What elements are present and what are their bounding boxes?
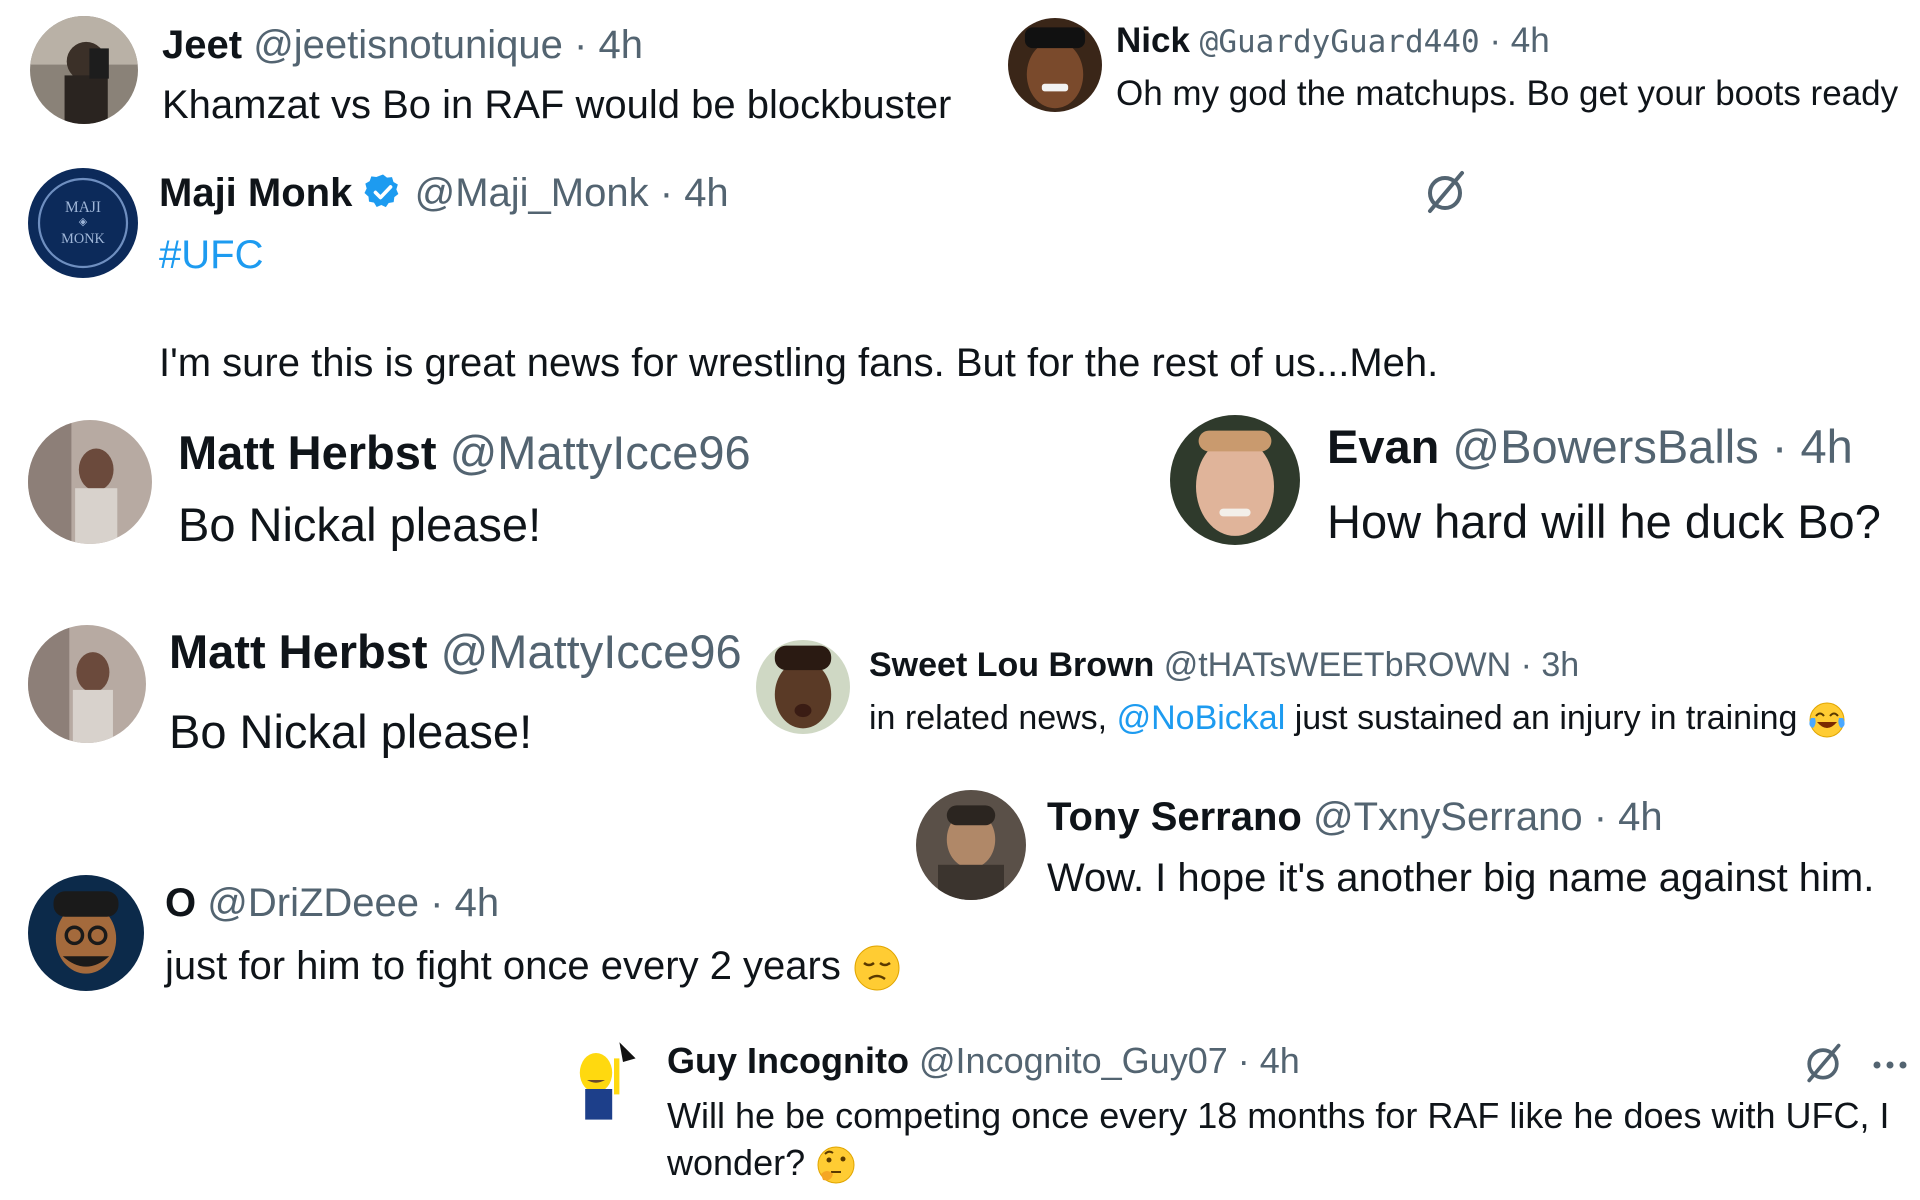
author-name[interactable]: Matt Herbst: [169, 625, 428, 678]
author-handle[interactable]: @MattyIcce96: [441, 625, 742, 678]
hashtag-ufc[interactable]: #UFC: [159, 232, 263, 278]
tweet-text: Bo Nickal please!: [169, 705, 533, 758]
matt-herbst-avatar[interactable]: [28, 625, 146, 743]
tweet-maji-monk[interactable]: MAJI ◈ MONK Maji Monk @Maji_Monk · 4h #U…: [0, 155, 1500, 395]
svg-text:◈: ◈: [79, 216, 88, 228]
tweet-text: just for him to fight once every 2 years: [165, 943, 902, 993]
jeet-avatar[interactable]: [30, 16, 138, 124]
timestamp[interactable]: 4h: [455, 881, 500, 925]
tweet-o[interactable]: O @DriZDeee · 4h just for him to fight o…: [0, 865, 1000, 1015]
timestamp[interactable]: 4h: [1260, 1040, 1300, 1081]
sweet-lou-brown-avatar[interactable]: [756, 640, 850, 734]
author-name[interactable]: Guy Incognito: [667, 1040, 909, 1081]
tweet-text-content: just for him to fight once every 2 years: [165, 944, 841, 988]
separator: ·: [574, 23, 588, 67]
tweet-header: Jeet @jeetisnotunique · 4h: [162, 22, 643, 68]
tweet-text-line-2: wonder?: [667, 1142, 857, 1186]
author-name[interactable]: Sweet Lou Brown: [869, 646, 1154, 684]
tweet-header: Evan @BowersBalls · 4h: [1327, 420, 1853, 474]
tweet-evan[interactable]: Evan @BowersBalls · 4h How hard will he …: [1160, 405, 1920, 565]
author-name[interactable]: Evan: [1327, 420, 1439, 473]
author-handle[interactable]: @TxnySerrano: [1313, 795, 1583, 839]
separator: ·: [1520, 646, 1532, 684]
author-handle[interactable]: @Maji_Monk: [415, 171, 649, 215]
tweet-matt-herbst-2[interactable]: Matt Herbst @MattyIcce96 Bo Nickal pleas…: [0, 615, 750, 765]
author-handle[interactable]: @tHATsWEETbROWN: [1164, 646, 1511, 684]
tweet-header: Matt Herbst @MattyIcce96: [178, 426, 751, 480]
guy-incognito-avatar[interactable]: [560, 1035, 650, 1125]
tweet-nick[interactable]: Nick @GuardyGuard440 · 4h Oh my god the …: [1000, 0, 1920, 120]
tweet-jeet[interactable]: Jeet @jeetisnotunique · 4h Khamzat vs Bo…: [0, 0, 990, 127]
separator: ·: [430, 881, 444, 925]
tweet-text-line-1: Will he be competing once every 18 month…: [667, 1095, 1890, 1136]
tweet-header: Maji Monk @Maji_Monk · 4h: [159, 170, 729, 216]
matt-herbst-avatar[interactable]: [28, 420, 152, 544]
author-name[interactable]: Maji Monk: [159, 171, 352, 215]
tweet-guy-incognito[interactable]: Guy Incognito @Incognito_Guy07 · 4h Will…: [555, 1030, 1920, 1200]
timestamp[interactable]: 4h: [598, 23, 643, 67]
svg-text:MAJI: MAJI: [65, 199, 101, 216]
tweet-header: O @DriZDeee · 4h: [165, 880, 499, 926]
timestamp[interactable]: 4h: [1801, 420, 1853, 473]
nick-avatar[interactable]: [1008, 18, 1102, 112]
tweet-header: Tony Serrano @TxnySerrano · 4h: [1047, 794, 1663, 840]
author-handle[interactable]: @DriZDeee: [207, 881, 419, 925]
tweet-text: Oh my god the matchups. Bo get your boot…: [1116, 74, 1899, 113]
separator: ·: [1237, 1040, 1250, 1081]
timestamp[interactable]: 3h: [1541, 646, 1579, 684]
timestamp[interactable]: 4h: [1511, 21, 1550, 60]
mention-link[interactable]: @NoBickal: [1117, 699, 1286, 737]
tweet-text: How hard will he duck Bo?: [1327, 495, 1881, 548]
author-handle[interactable]: @jeetisnotunique: [253, 23, 563, 67]
author-name[interactable]: O: [165, 881, 196, 925]
tweet-text-after: just sustained an injury in training: [1285, 699, 1798, 737]
disappointed-face-emoji-icon: [852, 943, 902, 993]
grok-icon[interactable]: [1800, 1040, 1846, 1086]
author-handle[interactable]: @BowersBalls: [1452, 420, 1758, 473]
grok-icon[interactable]: [1420, 167, 1470, 217]
verified-badge-icon: [363, 172, 403, 212]
tweet-header: Matt Herbst @MattyIcce96: [169, 625, 742, 679]
tweet-header: Nick @GuardyGuard440 · 4h: [1116, 20, 1550, 63]
maji-monk-avatar[interactable]: MAJI ◈ MONK: [28, 168, 138, 278]
tweet-text: I'm sure this is great news for wrestlin…: [159, 341, 1439, 385]
author-name[interactable]: Matt Herbst: [178, 426, 437, 479]
more-options-icon[interactable]: [1870, 1050, 1910, 1080]
tweet-text-before: in related news,: [869, 699, 1117, 737]
author-name[interactable]: Tony Serrano: [1047, 795, 1302, 839]
tweet-header: Guy Incognito @Incognito_Guy07 · 4h: [667, 1040, 1300, 1082]
separator: ·: [1489, 21, 1502, 60]
tweet-text: Wow. I hope it's another big name agains…: [1047, 856, 1875, 900]
timestamp[interactable]: 4h: [684, 171, 729, 215]
separator: ·: [1593, 795, 1608, 839]
o-avatar[interactable]: [28, 875, 144, 991]
tears-of-joy-emoji-icon: [1807, 700, 1847, 740]
timestamp[interactable]: 4h: [1618, 795, 1663, 839]
tweet-matt-herbst-1[interactable]: Matt Herbst @MattyIcce96 Bo Nickal pleas…: [0, 410, 1100, 560]
tweet-text: Bo Nickal please!: [178, 498, 542, 551]
evan-avatar[interactable]: [1170, 415, 1300, 545]
svg-text:MONK: MONK: [61, 231, 105, 247]
separator: ·: [1771, 420, 1788, 473]
tweet-header: Sweet Lou Brown @tHATsWEETbROWN · 3h: [869, 644, 1579, 686]
author-name[interactable]: Nick: [1116, 21, 1190, 60]
tweet-tony-serrano[interactable]: Tony Serrano @TxnySerrano · 4h Wow. I ho…: [910, 780, 1920, 910]
tweet-text-line-2-content: wonder?: [667, 1142, 806, 1183]
author-handle[interactable]: @MattyIcce96: [450, 426, 751, 479]
author-handle[interactable]: @GuardyGuard440: [1200, 24, 1480, 60]
thinking-face-emoji-icon: [815, 1144, 857, 1186]
tweet-text: in related news, @NoBickal just sustaine…: [869, 697, 1847, 740]
author-handle[interactable]: @Incognito_Guy07: [919, 1040, 1228, 1081]
tweet-sweet-lou-brown[interactable]: Sweet Lou Brown @tHATsWEETbROWN · 3h in …: [755, 630, 1920, 750]
tweet-text: Khamzat vs Bo in RAF would be blockbuste…: [162, 83, 952, 127]
author-name[interactable]: Jeet: [162, 23, 242, 67]
separator: ·: [659, 171, 674, 215]
